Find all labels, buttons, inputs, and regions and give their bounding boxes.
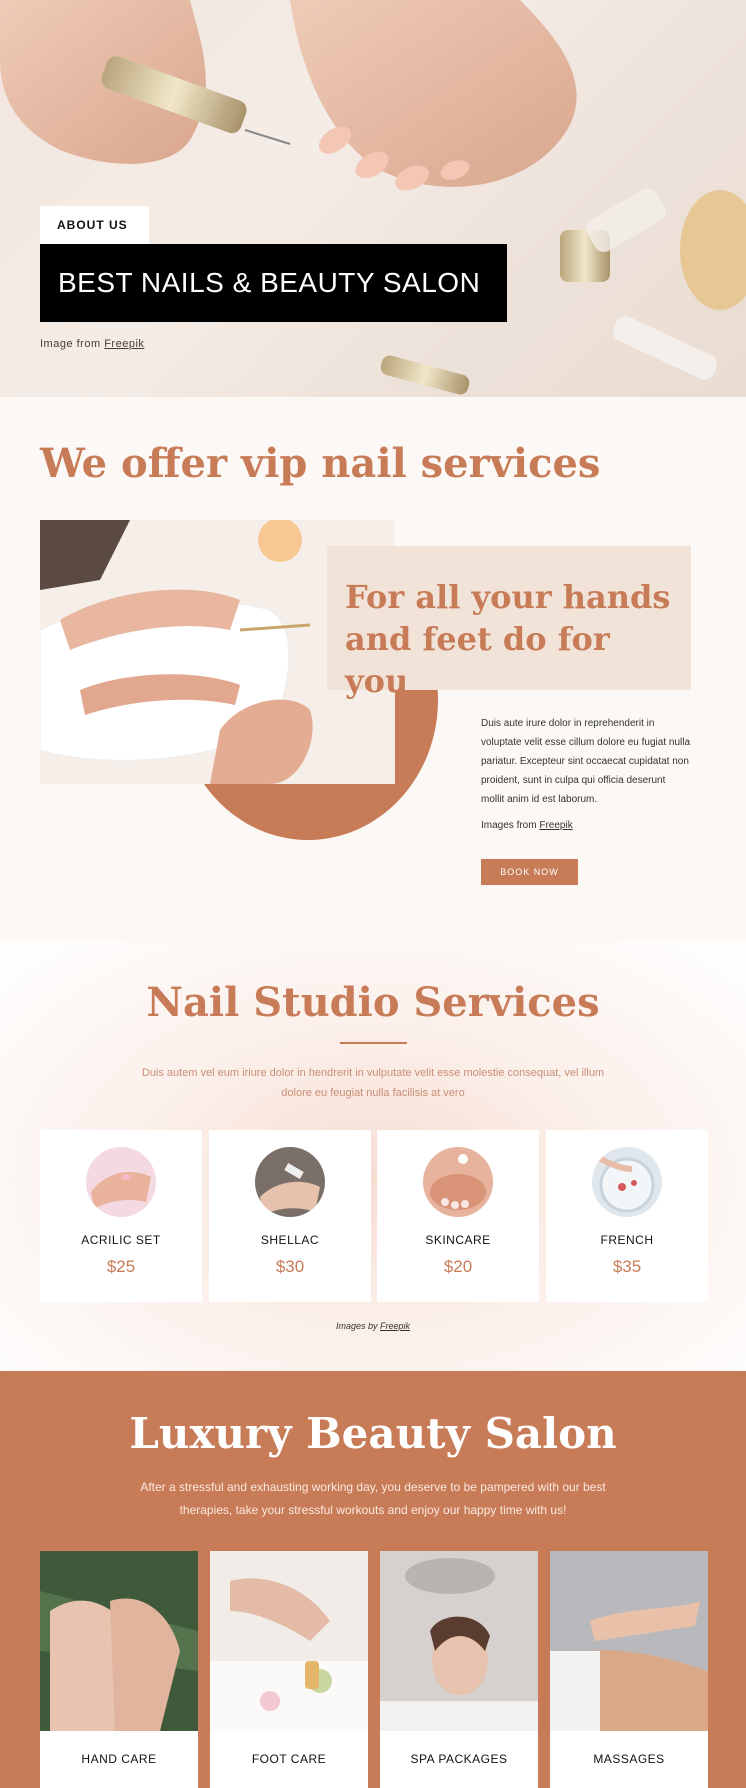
studio-image-credit: Images by Freepik [0, 1321, 746, 1331]
service-name: SKINCARE [425, 1233, 491, 1247]
vip-freepik-link[interactable]: Freepik [539, 820, 572, 831]
service-name: SHELLAC [260, 1233, 320, 1247]
foot-care-image [210, 1551, 368, 1731]
massages-image [550, 1551, 708, 1731]
hero-freepik-link[interactable]: Freepik [104, 338, 144, 350]
card-label: MASSAGES [593, 1752, 665, 1766]
service-card-french[interactable]: FRENCH $35 [546, 1130, 708, 1302]
skincare-image [423, 1147, 493, 1217]
acrilic-set-image [86, 1147, 156, 1217]
book-now-button[interactable]: BOOK NOW [481, 859, 578, 885]
french-image [592, 1147, 662, 1217]
shellac-image [255, 1147, 325, 1217]
hand-care-image [40, 1551, 198, 1731]
service-card-skincare[interactable]: SKINCARE $20 [377, 1130, 539, 1302]
luxury-card-spa-packages[interactable]: SPA PACKAGES [380, 1551, 538, 1788]
studio-heading: Nail Studio Services [146, 979, 600, 1026]
studio-freepik-link[interactable]: Freepik [380, 1321, 410, 1331]
hero-title: BEST NAILS & BEAUTY SALON [40, 244, 507, 322]
luxury-card-foot-care[interactable]: FOOT CARE [210, 1551, 368, 1788]
service-name: ACRILIC SET [81, 1233, 161, 1247]
hero-credit-prefix: Image from [40, 338, 101, 350]
service-card-shellac[interactable]: SHELLAC $30 [209, 1130, 371, 1302]
spa-packages-image [380, 1551, 538, 1731]
luxury-heading: Luxury Beauty Salon [129, 1409, 617, 1458]
service-card-acrilic[interactable]: ACRILIC SET $25 [40, 1130, 202, 1302]
studio-subtitle: Duis autem vel eum iriure dolor in hendr… [141, 1067, 605, 1099]
service-price: $30 [275, 1257, 305, 1276]
vip-description: Duis aute irure dolor in reprehenderit i… [481, 718, 691, 805]
service-price: $25 [106, 1257, 136, 1276]
card-label: FOOT CARE [251, 1752, 327, 1766]
vip-feature-card: For all your hands and feet do for you [327, 546, 691, 700]
luxury-card-hand-care[interactable]: HAND CARE [40, 1551, 198, 1788]
studio-credit-prefix: Images by [335, 1321, 378, 1331]
service-name: FRENCH [600, 1233, 654, 1247]
card-label: SPA PACKAGES [410, 1752, 508, 1766]
vip-image-credit: Images from Freepik [481, 820, 573, 831]
heading-divider [340, 1042, 407, 1044]
luxury-card-massages[interactable]: MASSAGES [550, 1551, 708, 1788]
service-price: $20 [443, 1257, 473, 1276]
luxury-subtitle: After a stressful and exhausting working… [140, 1480, 606, 1517]
nail-studio-section: Nail Studio Services Duis autem vel eum … [0, 941, 746, 1371]
vip-services-heading: We offer vip nail services [40, 440, 601, 487]
vip-card-heading: For all your hands and feet do for you [345, 578, 671, 700]
hero-section: ABOUT US BEST NAILS & BEAUTY SALON Image… [0, 0, 746, 397]
hero-image-credit: Image from Freepik [40, 338, 144, 350]
service-price: $35 [612, 1257, 642, 1276]
about-us-tag: ABOUT US [40, 206, 149, 244]
card-label: HAND CARE [81, 1752, 157, 1766]
luxury-section: Luxury Beauty Salon After a stressful an… [0, 1371, 746, 1788]
vip-credit-prefix: Images from [481, 820, 537, 831]
